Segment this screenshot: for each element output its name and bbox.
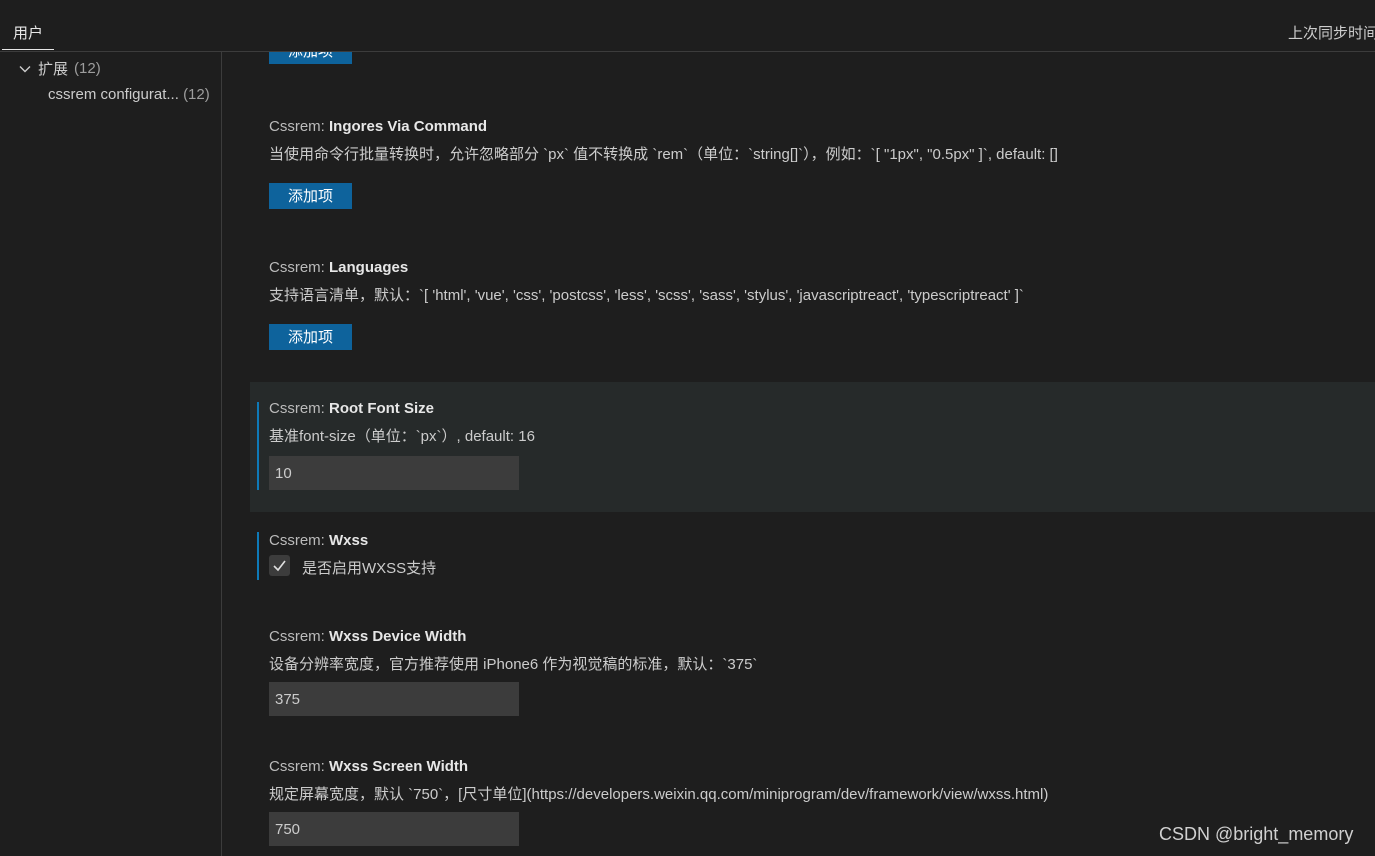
setting-title: Cssrem: Root Font Size — [269, 400, 434, 417]
toc-group-count: (12) — [74, 60, 101, 77]
settings-toc: 扩展 (12) cssrem configurat... (12) — [0, 52, 222, 856]
setting-description: 基准font-size（单位：`px`）, default: 16 — [269, 428, 535, 445]
chevron-down-icon — [19, 65, 31, 72]
setting-category: Cssrem: — [269, 118, 329, 135]
setting-description: 规定屏幕宽度，默认 `750`，[尺寸单位](https://developer… — [269, 786, 1049, 803]
wxss-checkbox-label[interactable]: 是否启用WXSS支持 — [302, 557, 436, 578]
setting-name: Root Font Size — [329, 400, 434, 417]
sync-status-text: 上次同步时间 — [1288, 25, 1375, 42]
setting-title: Cssrem: Wxss — [269, 532, 368, 549]
setting-languages: Cssrem: Languages 支持语言清单，默认：`[ 'html', '… — [250, 259, 1375, 359]
toc-group-extensions[interactable]: 扩展 (12) — [18, 58, 101, 79]
setting-name: Wxss Screen Width — [329, 758, 469, 775]
setting-title: Cssrem: Wxss Screen Width — [269, 758, 468, 775]
setting-category: Cssrem: — [269, 532, 329, 549]
settings-header: 用户 上次同步时间 — [0, 0, 1375, 52]
toc-item-label: cssrem configurat... — [48, 86, 179, 103]
setting-title: Cssrem: Wxss Device Width — [269, 628, 466, 645]
toc-item-count: (12) — [183, 86, 210, 103]
wxss-screen-width-input[interactable] — [269, 812, 519, 846]
wxss-device-width-input[interactable] — [269, 682, 519, 716]
wxss-checkbox[interactable] — [269, 555, 290, 576]
setting-name: Wxss — [329, 532, 369, 549]
toc-item-cssrem[interactable]: cssrem configurat... (12) — [48, 86, 210, 103]
setting-ignores-via-command: Cssrem: Ingores Via Command 当使用命令行批量转换时，… — [250, 118, 1375, 218]
add-item-button-previous[interactable]: 添加项 — [269, 52, 352, 64]
check-icon — [273, 560, 286, 572]
add-item-button[interactable]: 添加项 — [269, 183, 352, 209]
setting-wxss-device-width: Cssrem: Wxss Device Width 设备分辨率宽度，官方推荐使用… — [250, 628, 1375, 728]
setting-title: Cssrem: Ingores Via Command — [269, 118, 487, 135]
root-font-size-input[interactable] — [269, 456, 519, 490]
watermark: CSDN @bright_memory — [1159, 824, 1354, 844]
setting-category: Cssrem: — [269, 758, 329, 775]
toc-group-label: 扩展 — [38, 61, 69, 78]
settings-list[interactable]: 添加项 Cssrem: Ingores Via Command 当使用命令行批量… — [222, 52, 1375, 856]
setting-name: Wxss Device Width — [329, 628, 467, 645]
setting-root-font-size: Cssrem: Root Font Size 基准font-size（单位：`p… — [250, 382, 1375, 512]
setting-name: Languages — [329, 259, 409, 276]
focus-indicator — [257, 402, 259, 490]
setting-description: 支持语言清单，默认：`[ 'html', 'vue', 'css', 'post… — [269, 287, 1024, 304]
setting-category: Cssrem: — [269, 259, 329, 276]
setting-category: Cssrem: — [269, 400, 329, 417]
tab-user[interactable]: 用户 — [2, 14, 54, 50]
tab-user-label: 用户 — [12, 25, 43, 42]
add-item-button[interactable]: 添加项 — [269, 324, 352, 350]
setting-name: Ingores Via Command — [329, 118, 488, 135]
setting-category: Cssrem: — [269, 628, 329, 645]
setting-description: 当使用命令行批量转换时，允许忽略部分 `px` 值不转换成 `rem`（单位：`… — [269, 146, 1058, 163]
focus-indicator — [257, 532, 259, 580]
setting-title: Cssrem: Languages — [269, 259, 408, 276]
setting-description: 设备分辨率宽度，官方推荐使用 iPhone6 作为视觉稿的标准，默认：`375` — [269, 656, 758, 673]
setting-wxss: Cssrem: Wxss 是否启用WXSS支持 — [250, 532, 1375, 602]
